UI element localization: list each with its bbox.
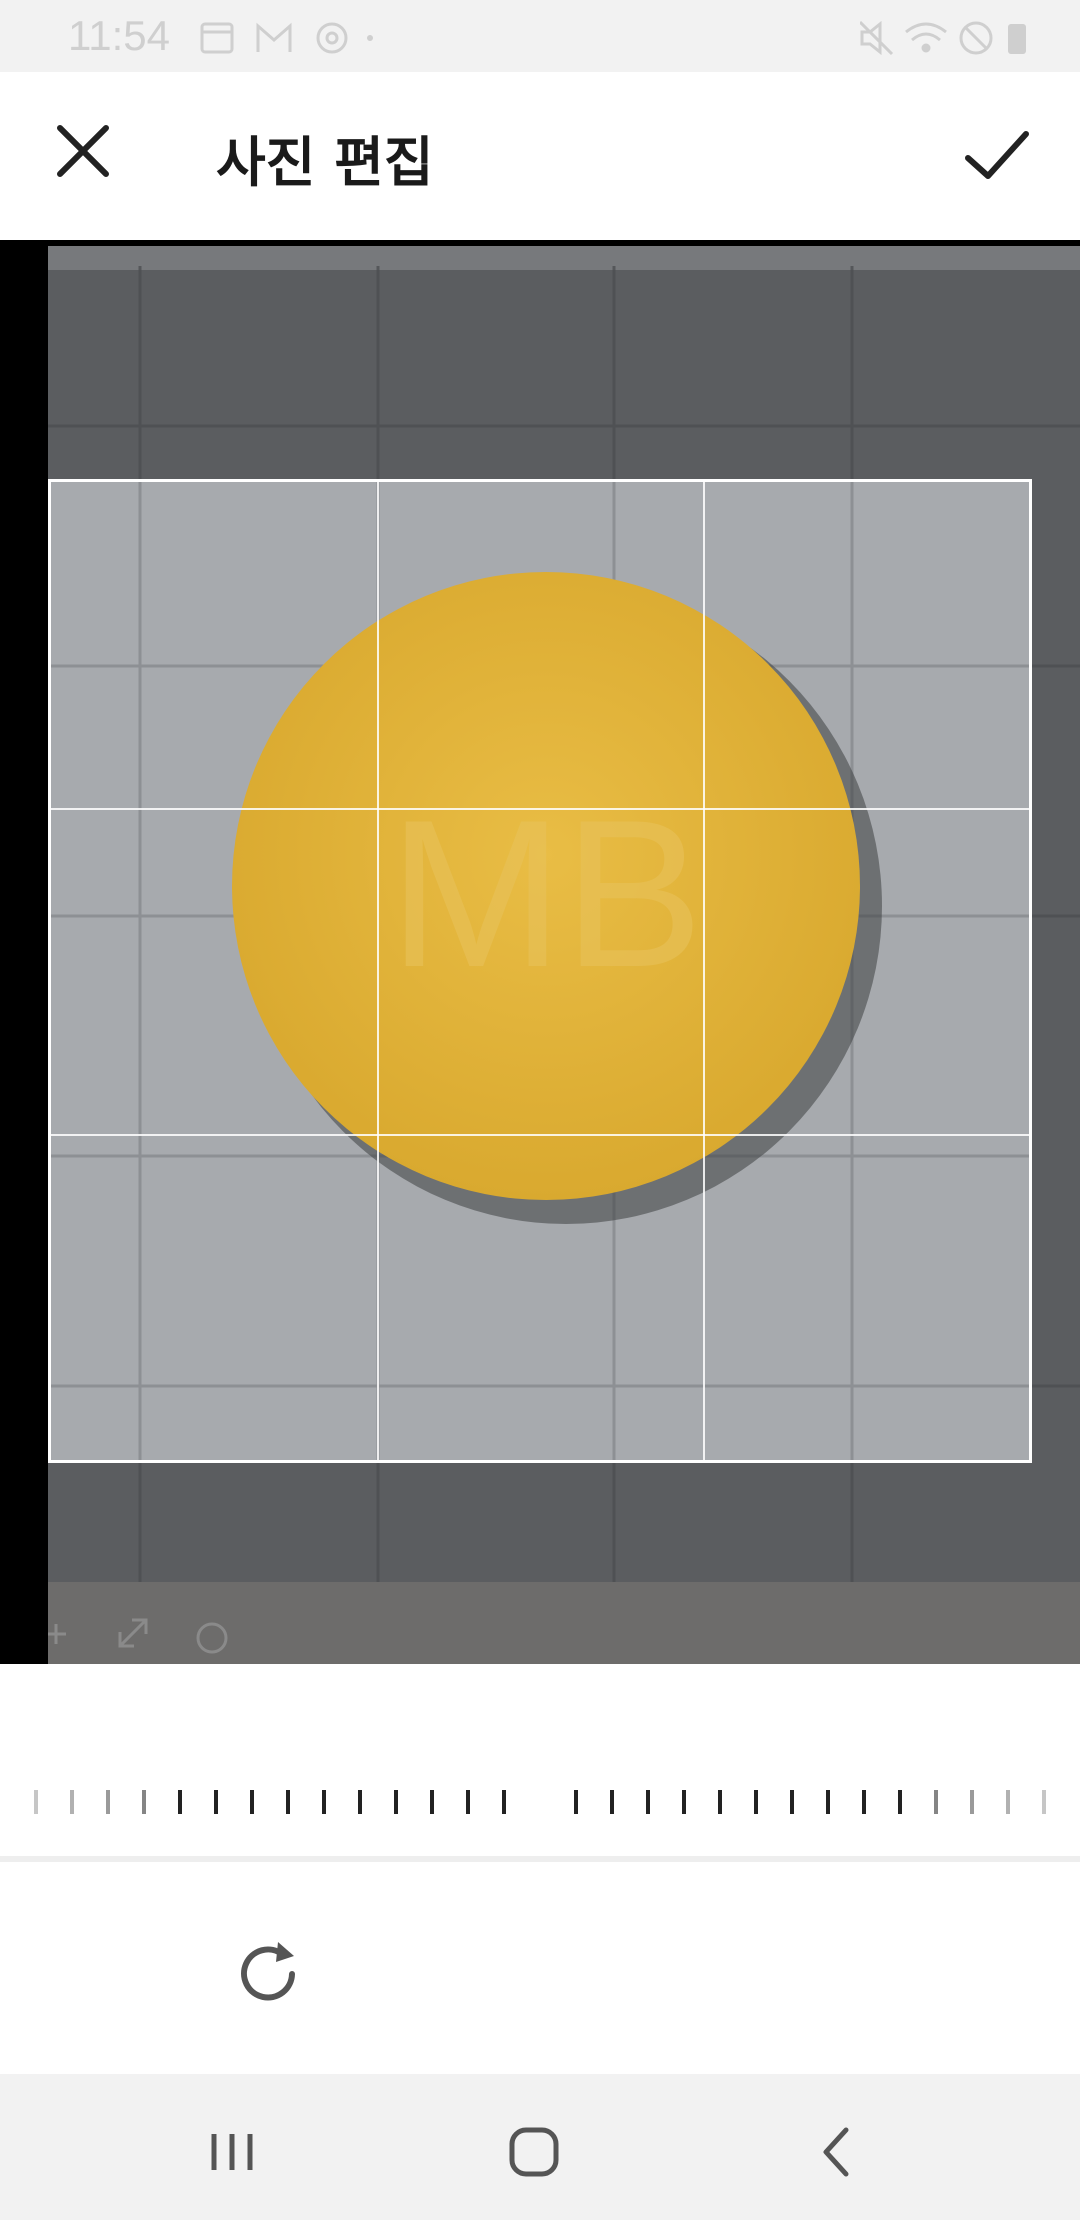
blocked-icon <box>959 21 993 55</box>
app-bar: 사진 편집 <box>0 72 1080 240</box>
status-left-icons <box>200 18 380 62</box>
sync-icon <box>316 22 348 54</box>
recents-button[interactable] <box>192 2112 272 2192</box>
confirm-button[interactable] <box>954 112 1040 198</box>
recents-icon <box>211 2134 253 2170</box>
tools-bar <box>0 1862 1080 2074</box>
rotation-ruler[interactable] <box>0 1782 1080 1822</box>
controls-panel <box>0 1664 1080 1859</box>
crop-grid-line <box>51 807 1029 810</box>
wifi-icon <box>905 22 947 53</box>
status-time: 11:54 <box>68 12 170 59</box>
rotate-icon <box>241 1942 295 2001</box>
calendar-icon <box>200 22 234 54</box>
system-nav-bar <box>0 2074 1080 2220</box>
image-editor[interactable]: MB <box>0 240 1080 1664</box>
dot-icon <box>367 35 373 41</box>
home-button[interactable] <box>494 2112 574 2192</box>
rotate-button[interactable] <box>230 1934 310 2014</box>
back-icon <box>823 2127 849 2177</box>
status-right-icons <box>858 18 1040 62</box>
page-title: 사진 편집 <box>216 131 434 194</box>
close-icon <box>57 125 109 177</box>
crop-frame[interactable] <box>48 479 1032 1463</box>
crop-grid-line <box>51 1133 1029 1136</box>
status-bar: 11:54 <box>0 0 1080 72</box>
close-button[interactable] <box>44 112 124 192</box>
crop-grid-line <box>702 482 705 1460</box>
crop-grid-line <box>376 482 379 1460</box>
back-button[interactable] <box>796 2112 876 2192</box>
mute-icon <box>858 20 894 56</box>
check-icon <box>965 131 1029 179</box>
gmail-icon <box>256 22 292 52</box>
battery-icon <box>1008 24 1026 54</box>
home-icon <box>509 2127 559 2177</box>
